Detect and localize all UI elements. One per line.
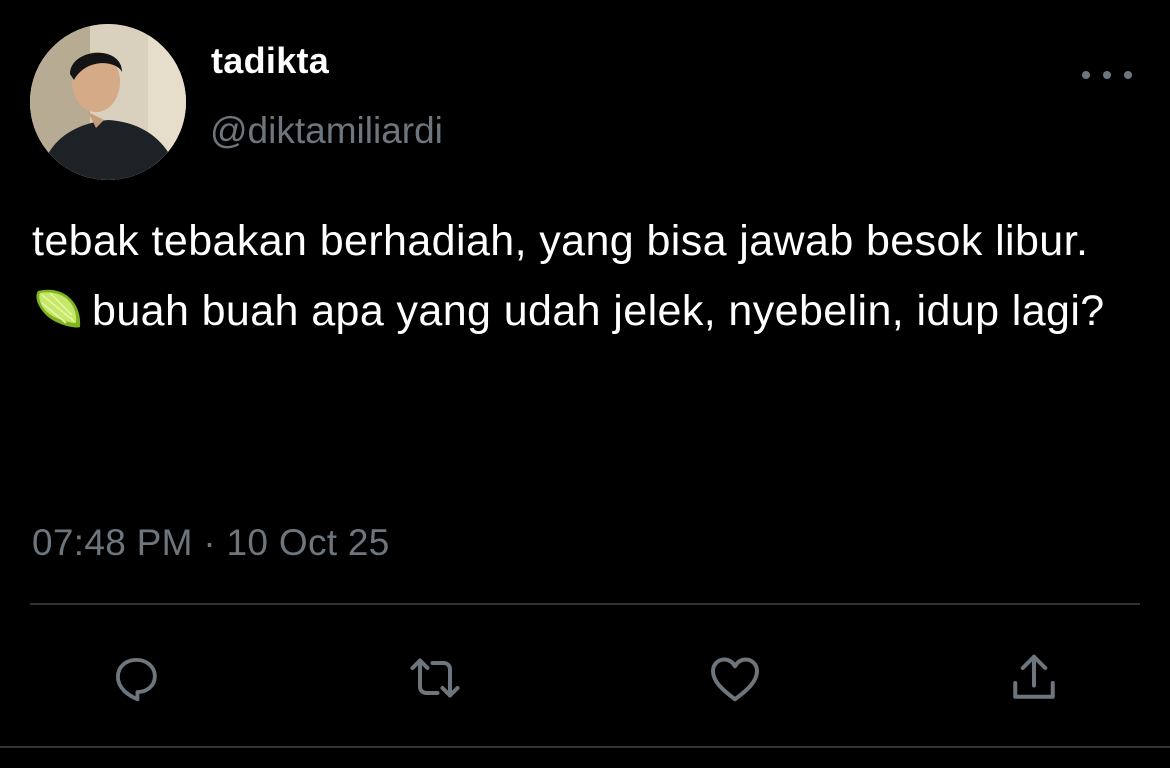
user-handle[interactable]: @diktamiliardi [210,110,443,152]
more-icon-dot [1124,71,1132,79]
share-button[interactable] [1004,648,1064,708]
lime-emoji-icon [36,289,81,328]
more-icon [1082,71,1090,79]
tweet-text-line-2: buah buah apa yang udah jelek, nyebelin,… [32,282,1152,340]
share-icon [1013,654,1055,699]
more-icon-dot [1103,71,1111,79]
reply-icon [115,657,157,702]
like-icon [711,657,759,702]
reply-button[interactable] [106,648,166,708]
divider [30,603,1140,605]
timestamp[interactable]: 07:48 PM · 10 Oct 25 [32,522,390,564]
bottom-divider [0,746,1170,748]
retweet-icon [410,658,460,698]
tweet-text-line-1: tebak tebakan berhadiah, yang bisa jawab… [32,217,1089,265]
tweet-card: tadikta @diktamiliardi tebak tebakan ber… [0,0,1170,768]
avatar[interactable] [30,24,186,180]
like-button[interactable] [705,648,765,708]
tweet-text-line-2-content: buah buah apa yang udah jelek, nyebelin,… [92,287,1105,335]
display-name[interactable]: tadikta [211,40,329,82]
tweet-text: tebak tebakan berhadiah, yang bisa jawab… [32,212,1152,352]
retweet-button[interactable] [405,648,465,708]
more-options-button[interactable] [1082,60,1132,90]
